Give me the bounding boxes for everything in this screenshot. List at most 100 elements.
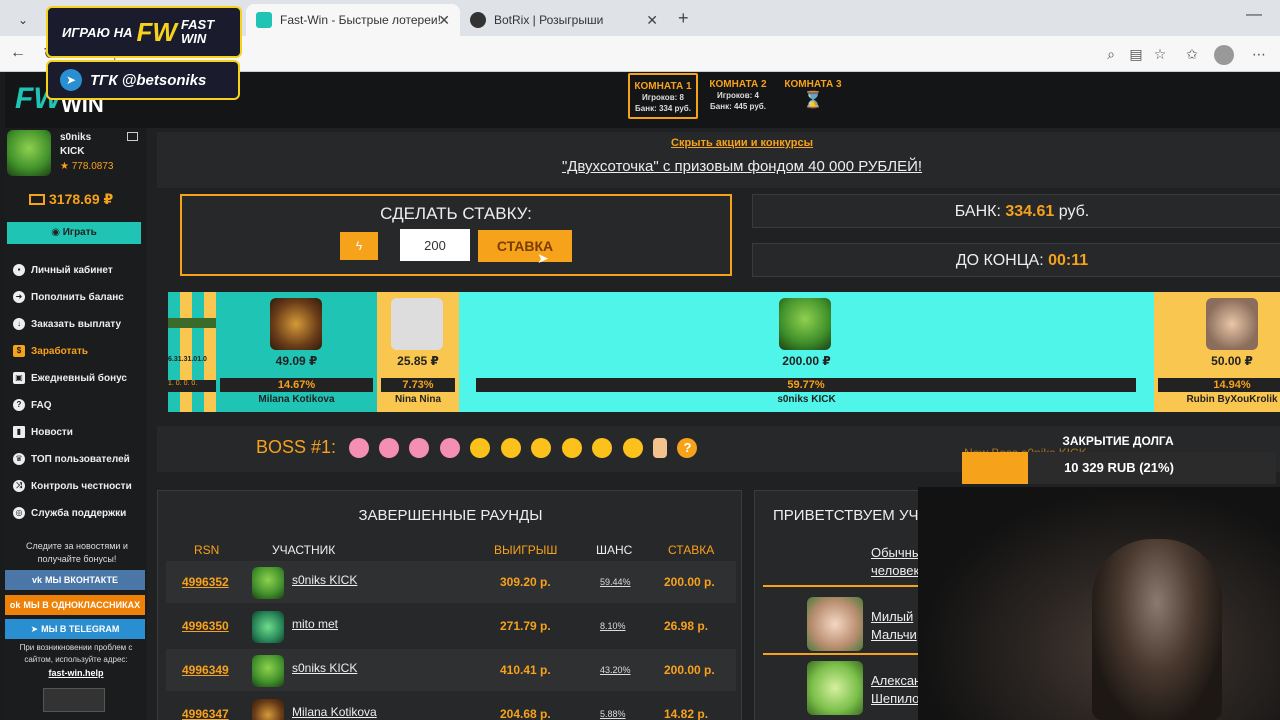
more-menu-icon[interactable]: ⋯ bbox=[1250, 45, 1268, 63]
ok-button[interactable]: ok МЫ В ОДНОКЛАССНИКАХ bbox=[5, 595, 145, 615]
telegram-button[interactable]: ➤ МЫ В TELEGRAM bbox=[5, 619, 145, 639]
promo-headline[interactable]: "Двухсоточка" с призовым фондом 40 000 Р… bbox=[157, 158, 1280, 175]
segment-nina: 25.85 ₽ 7.73% Nina Nina bbox=[377, 292, 459, 412]
avatar bbox=[270, 298, 322, 350]
mouse-cursor-icon: ➤ bbox=[537, 250, 549, 266]
table-row[interactable]: 4996347 Milana Kotikova 204.68 р. 5.88% … bbox=[166, 693, 736, 720]
zoom-icon[interactable]: ⌕ bbox=[1102, 45, 1120, 63]
room-3-tab[interactable]: КОМНАТА 3 ⌛ bbox=[778, 73, 848, 119]
table-row[interactable]: 4996349 s0niks KICK 410.41 р. 43.20% 200… bbox=[166, 649, 736, 691]
qr-code-icon[interactable] bbox=[43, 688, 105, 712]
profile-avatar-icon[interactable] bbox=[1214, 45, 1234, 65]
menu-fairness[interactable]: ⤨ Контроль честности bbox=[13, 476, 132, 496]
avatar bbox=[252, 699, 284, 720]
avatar bbox=[807, 661, 863, 715]
menu-withdraw[interactable]: ↓ Заказать выплату bbox=[13, 314, 121, 334]
tongue-emoji-icon bbox=[531, 437, 552, 458]
menu-earn[interactable]: $ Заработать bbox=[13, 341, 88, 361]
avatar bbox=[252, 611, 284, 643]
user-rating: ★ 778.0873 bbox=[60, 161, 114, 172]
vk-button[interactable]: vk МЫ ВКОНТАКТЕ bbox=[5, 570, 145, 590]
header-chance: ШАНС bbox=[596, 543, 633, 557]
bank-panel: БАНК: 334.61 руб. bbox=[752, 194, 1280, 228]
room-1-tab[interactable]: КОМНАТА 1 Игроков: 8 Банк: 334 руб. bbox=[628, 73, 698, 119]
room-2-tab[interactable]: КОМНАТА 2 Игроков: 4 Банк: 445 руб. bbox=[703, 73, 773, 119]
trophy-icon: ♛ bbox=[13, 453, 25, 465]
completed-rounds-panel: ЗАВЕРШЕННЫЕ РАУНДЫ RSN УЧАСТНИК ВЫИГРЫШ … bbox=[157, 490, 742, 720]
menu-daily-bonus[interactable]: ▣ Ежедневный бонус bbox=[13, 368, 127, 388]
debt-widget: New Boss s0niks KICK ЗАКРЫТИЕ ДОЛГА 10 3… bbox=[958, 432, 1280, 488]
ok-icon: ok bbox=[9, 600, 21, 610]
bet-submit-button[interactable]: СТАВКА bbox=[478, 230, 572, 262]
gift-icon: ▣ bbox=[13, 372, 25, 384]
back-arrow-icon[interactable]: ← bbox=[8, 44, 28, 62]
avatar bbox=[252, 567, 284, 599]
header-user: УЧАСТНИК bbox=[272, 543, 336, 557]
menu-cabinet[interactable]: ▪ Личный кабинет bbox=[13, 260, 113, 280]
help-icon[interactable]: ? bbox=[677, 437, 698, 458]
timer-label: ДО КОНЦА: bbox=[955, 252, 1044, 269]
mini-bars: 1. 0. 0. 0. bbox=[168, 380, 216, 392]
stream-badge-telegram: ➤ ТГК @betsoniks bbox=[46, 60, 240, 100]
avatar bbox=[1206, 298, 1258, 350]
money-icon bbox=[29, 194, 45, 205]
avatar bbox=[807, 597, 863, 651]
chance-bar: 14.94% bbox=[1158, 378, 1280, 392]
bet-title: СДЕЛАТЬ СТАВКУ: bbox=[380, 204, 532, 223]
money-icon: $ bbox=[13, 345, 25, 357]
hide-promo-link[interactable]: Скрыть акции и конкурсы bbox=[157, 137, 1280, 149]
pig-emoji-icon bbox=[409, 437, 430, 458]
table-row[interactable]: 4996350 mito met 271.79 р. 8.10% 26.98 р… bbox=[166, 605, 736, 647]
new-tab-icon[interactable]: + bbox=[678, 8, 689, 29]
bet-amount-input[interactable] bbox=[400, 229, 470, 261]
menu-support[interactable]: ◎ Служба поддержки bbox=[13, 503, 126, 523]
play-button[interactable]: ◉ Играть bbox=[7, 222, 141, 244]
menu-faq[interactable]: ? FAQ bbox=[13, 395, 52, 415]
table-row[interactable]: 4996352 s0niks KICK 309.20 р. 59.44% 200… bbox=[166, 561, 736, 603]
user-balance: 3178.69 ₽ bbox=[49, 191, 114, 207]
menu-top-users[interactable]: ♛ ТОП пользователей bbox=[13, 449, 130, 469]
debt-progress-track: 10 329 RUB (21%) bbox=[962, 452, 1276, 484]
badge-telegram-text: ТГК @betsoniks bbox=[90, 71, 207, 89]
streamer-silhouette bbox=[1092, 539, 1222, 720]
telegram-icon: ➤ bbox=[30, 623, 39, 634]
menu-deposit[interactable]: ➜ Пополнить баланс bbox=[13, 287, 124, 307]
stream-badge-fastwin: ИГРАЮ НА FW FAST WIN bbox=[46, 6, 242, 58]
bank-label: БАНК: bbox=[954, 203, 1001, 220]
webcam-overlay bbox=[918, 487, 1280, 720]
help-link[interactable]: fast-win.help bbox=[9, 668, 143, 678]
debt-title: ЗАКРЫТИЕ ДОЛГА bbox=[1062, 434, 1174, 448]
chance-bar: 59.77% bbox=[476, 378, 1136, 392]
browser-tab-fastwin[interactable]: Fast-Win - Быстрые лотереи! Ком ✕ bbox=[246, 4, 460, 36]
arrow-right-circle-icon: ➜ bbox=[13, 291, 25, 303]
mini-avatars bbox=[168, 318, 216, 328]
lightning-button[interactable]: ϟ bbox=[340, 232, 378, 260]
avatar[interactable] bbox=[7, 130, 51, 176]
gamepad-icon: ◉ bbox=[51, 227, 63, 238]
favorites-list-icon[interactable]: ✩ bbox=[1183, 45, 1201, 63]
badge-logo: FW bbox=[136, 16, 177, 47]
close-tab-icon[interactable]: ✕ bbox=[646, 12, 658, 29]
browser-tab-botrix[interactable]: BotRix | Розыгрыши ✕ bbox=[460, 4, 668, 36]
id-card-icon[interactable] bbox=[127, 132, 138, 141]
laughing-emoji-icon bbox=[470, 437, 491, 458]
debt-value: 10 329 RUB (21%) bbox=[1064, 460, 1174, 475]
sidebar: s0niks KICK ★ 778.0873 3178.69 ₽ ◉ Играт… bbox=[5, 128, 147, 720]
promo-banner: Скрыть акции и конкурсы "Двухсоточка" с … bbox=[157, 132, 1280, 188]
boss-label: BOSS #1: bbox=[256, 437, 337, 457]
favorite-star-icon[interactable]: ☆ bbox=[1151, 45, 1169, 63]
follow-text: Следите за новостями и получайте бонусы! bbox=[26, 541, 128, 564]
menu-news[interactable]: ▮ Новости bbox=[13, 422, 73, 442]
timer-value: 00:11 bbox=[1048, 252, 1089, 269]
close-tab-icon[interactable]: ✕ bbox=[438, 12, 450, 29]
timer-panel: ДО КОНЦА: 00:11 bbox=[752, 243, 1280, 277]
user-icon: ▪ bbox=[13, 264, 25, 276]
laughing-emoji-icon bbox=[500, 437, 521, 458]
segment-s0niks: 200.00 ₽ 59.77% s0niks KICK bbox=[459, 292, 1154, 412]
avatar bbox=[391, 298, 443, 350]
minimize-window-icon[interactable]: — bbox=[1246, 6, 1262, 24]
lifebuoy-icon: ◎ bbox=[13, 507, 25, 519]
reader-icon[interactable]: ▤ bbox=[1127, 45, 1145, 63]
mini-chances: 6.31.31.01.0 bbox=[168, 356, 207, 363]
browser-tab-menu[interactable]: ⌄ bbox=[8, 4, 38, 36]
